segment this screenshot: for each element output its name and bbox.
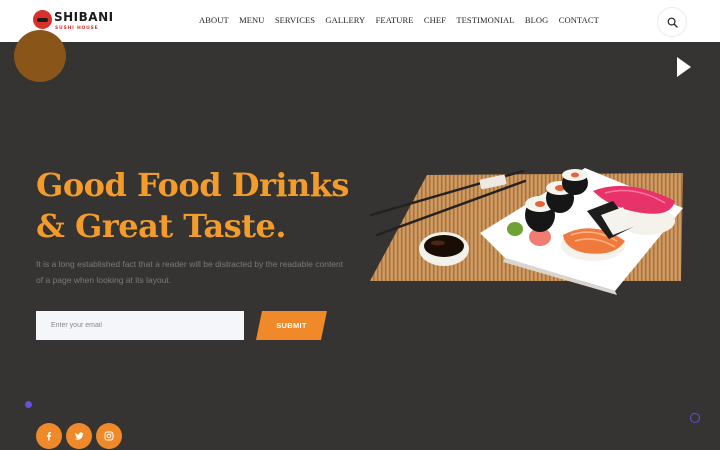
decorative-dot [25, 401, 32, 408]
submit-button[interactable]: SUBMIT [256, 311, 327, 340]
sushi-platter-image [369, 168, 683, 295]
brand-tagline: SUSHI HOUSE [55, 26, 99, 31]
logo-emblem-icon [33, 10, 52, 29]
search-icon [667, 17, 678, 28]
hero-description: It is a long established fact that a rea… [36, 259, 344, 285]
nav-item-gallery[interactable]: GALLERY [325, 15, 365, 25]
nav-item-feature[interactable]: FEATURE [376, 15, 414, 25]
nav-item-chef[interactable]: CHEF [424, 15, 446, 25]
nav-item-services[interactable]: SERVICES [275, 15, 315, 25]
twitter-icon [74, 432, 84, 440]
search-button[interactable] [657, 7, 687, 37]
instagram-icon [104, 431, 114, 441]
brand-name: SHIBANI [54, 10, 114, 24]
decorative-circle [14, 30, 66, 82]
decorative-ring [690, 413, 700, 423]
site-header: SHIBANI SUSHI HOUSE ABOUT MENU SERVICES … [0, 0, 720, 42]
main-nav: ABOUT MENU SERVICES GALLERY FEATURE CHEF… [199, 15, 599, 25]
hero-title: Good Food Drinks & Great Taste. [36, 165, 366, 247]
social-twitter-button[interactable] [66, 423, 92, 449]
nav-item-about[interactable]: ABOUT [199, 15, 229, 25]
nav-item-testimonial[interactable]: TESTIMONIAL [456, 15, 514, 25]
play-icon[interactable] [677, 57, 691, 77]
facebook-icon [46, 432, 52, 441]
nav-item-menu[interactable]: MENU [239, 15, 264, 25]
nav-item-contact[interactable]: CONTACT [559, 15, 599, 25]
hero-title-line2: & Great Taste. [36, 207, 287, 245]
nav-item-blog[interactable]: BLOG [525, 15, 549, 25]
hero-title-line1: Good Food Drinks [36, 166, 349, 204]
email-input[interactable] [36, 311, 244, 340]
social-facebook-button[interactable] [36, 423, 62, 449]
social-instagram-button[interactable] [96, 423, 122, 449]
